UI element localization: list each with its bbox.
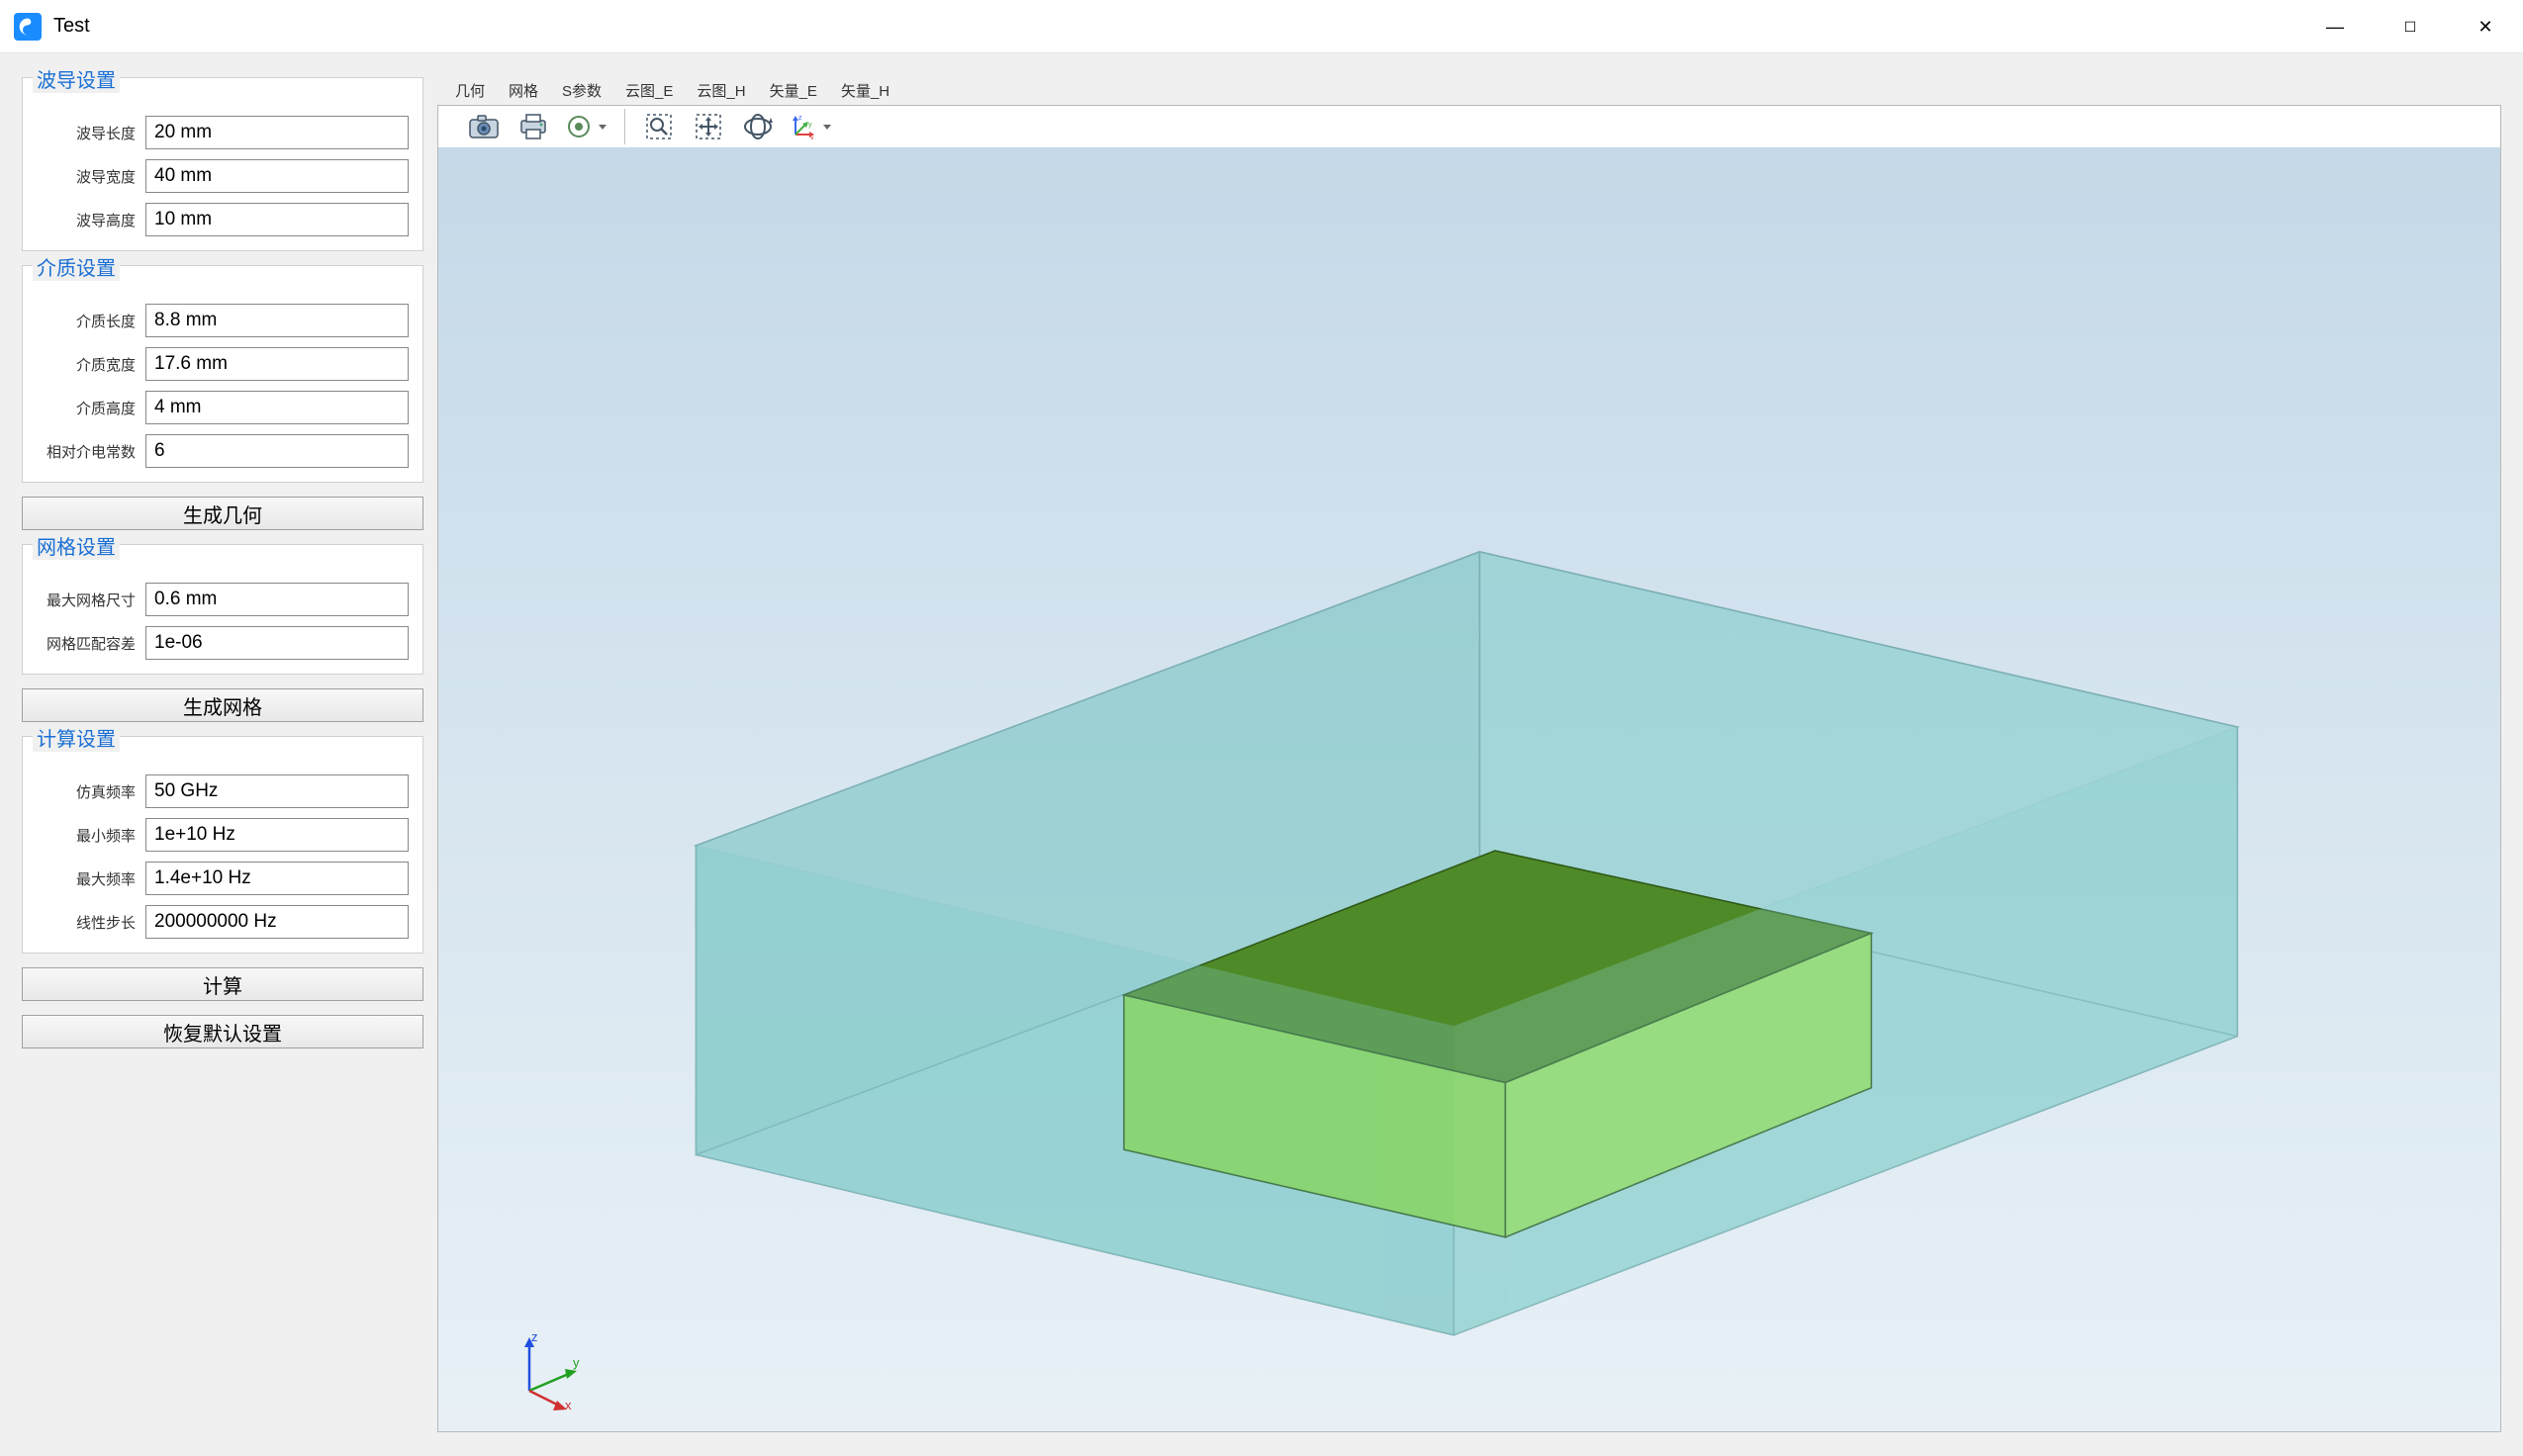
waveguide-title: 波导设置 — [33, 64, 120, 93]
camera-icon[interactable] — [462, 106, 506, 147]
minimize-button[interactable]: — — [2297, 0, 2373, 53]
sim-freq-label: 仿真频率 — [37, 781, 145, 802]
axis-icon[interactable]: z x y — [786, 106, 821, 147]
svg-text:x: x — [810, 136, 814, 139]
3d-scene — [438, 147, 2500, 1432]
tab-vector-e[interactable]: 矢量_E — [758, 76, 829, 105]
axis-dropdown-icon[interactable] — [823, 125, 833, 130]
axis-triad: z y x — [510, 1331, 589, 1410]
tab-mesh[interactable]: 网格 — [497, 76, 550, 105]
mesh-max-input[interactable] — [145, 583, 409, 616]
wg-height-input[interactable] — [145, 203, 409, 236]
tab-cloud-e[interactable]: 云图_E — [613, 76, 685, 105]
med-height-input[interactable] — [145, 391, 409, 424]
tab-vector-h[interactable]: 矢量_H — [829, 76, 901, 105]
mesh-max-label: 最大网格尺寸 — [37, 590, 145, 610]
med-width-input[interactable] — [145, 347, 409, 381]
z-label: z — [531, 1331, 538, 1344]
x-label: x — [565, 1398, 572, 1410]
mesh-tol-input[interactable] — [145, 626, 409, 660]
wg-height-label: 波导高度 — [37, 210, 145, 230]
wg-width-label: 波导宽度 — [37, 166, 145, 187]
mesh-title: 网格设置 — [33, 531, 120, 560]
zoom-box-icon[interactable] — [637, 106, 681, 147]
tabs: 几何 网格 S参数 云图_E 云图_H 矢量_E 矢量_H — [437, 77, 2501, 105]
med-width-label: 介质宽度 — [37, 354, 145, 375]
content: 波导设置 波导长度 波导宽度 波导高度 介质设置 介质长度 介质宽度 介质高度 … — [0, 53, 2523, 1456]
print-icon[interactable] — [512, 106, 555, 147]
med-length-label: 介质长度 — [37, 311, 145, 331]
tab-geometry[interactable]: 几何 — [443, 76, 497, 105]
maximize-button[interactable]: ☐ — [2373, 0, 2448, 53]
minimize-icon: — — [2326, 18, 2344, 36]
generate-geometry-button[interactable]: 生成几何 — [22, 497, 423, 530]
y-label: y — [573, 1355, 580, 1370]
svg-text:z: z — [798, 115, 802, 122]
main: 几何 网格 S参数 云图_E 云图_H 矢量_E 矢量_H — [437, 77, 2501, 1432]
medium-group: 介质设置 介质长度 介质宽度 介质高度 相对介电常数 — [22, 265, 423, 483]
svg-text:y: y — [808, 122, 812, 129]
tab-sparam[interactable]: S参数 — [550, 76, 613, 105]
window-title: Test — [53, 15, 90, 38]
mesh-tol-label: 网格匹配容差 — [37, 633, 145, 654]
sidebar: 波导设置 波导长度 波导宽度 波导高度 介质设置 介质长度 介质宽度 介质高度 … — [22, 77, 423, 1432]
min-freq-input[interactable] — [145, 818, 409, 852]
step-input[interactable] — [145, 905, 409, 939]
toolbar-separator — [624, 109, 625, 144]
viewport-toolbar: z x y — [438, 106, 2500, 147]
reset-defaults-button[interactable]: 恢复默认设置 — [22, 1015, 423, 1048]
med-length-input[interactable] — [145, 304, 409, 337]
waveguide-group: 波导设置 波导长度 波导宽度 波导高度 — [22, 77, 423, 251]
maximize-icon: ☐ — [2404, 20, 2417, 34]
med-eps-label: 相对介电常数 — [37, 441, 145, 462]
step-label: 线性步长 — [37, 912, 145, 933]
app-icon — [14, 13, 42, 41]
min-freq-label: 最小频率 — [37, 825, 145, 846]
pan-icon[interactable] — [687, 106, 730, 147]
tab-cloud-h[interactable]: 云图_H — [685, 76, 757, 105]
med-height-label: 介质高度 — [37, 398, 145, 418]
target-icon[interactable] — [561, 106, 597, 147]
generate-mesh-button[interactable]: 生成网格 — [22, 688, 423, 722]
window-controls: — ☐ ✕ — [2297, 0, 2523, 53]
calc-group: 计算设置 仿真频率 最小频率 最大频率 线性步长 — [22, 736, 423, 954]
max-freq-input[interactable] — [145, 862, 409, 895]
wg-length-label: 波导长度 — [37, 123, 145, 143]
titlebar: Test — ☐ ✕ — [0, 0, 2523, 53]
target-dropdown-icon[interactable] — [599, 125, 608, 130]
med-eps-input[interactable] — [145, 434, 409, 468]
wg-width-input[interactable] — [145, 159, 409, 193]
sim-freq-input[interactable] — [145, 774, 409, 808]
close-icon: ✕ — [2477, 18, 2492, 36]
rotate-icon[interactable] — [736, 106, 780, 147]
wg-length-input[interactable] — [145, 116, 409, 149]
viewport-frame: z x y — [437, 105, 2501, 1432]
compute-button[interactable]: 计算 — [22, 967, 423, 1001]
medium-title: 介质设置 — [33, 252, 120, 281]
calc-title: 计算设置 — [33, 723, 120, 752]
max-freq-label: 最大频率 — [37, 868, 145, 889]
3d-viewport[interactable]: z y x — [438, 147, 2500, 1432]
mesh-group: 网格设置 最大网格尺寸 网格匹配容差 — [22, 544, 423, 675]
close-button[interactable]: ✕ — [2448, 0, 2523, 53]
